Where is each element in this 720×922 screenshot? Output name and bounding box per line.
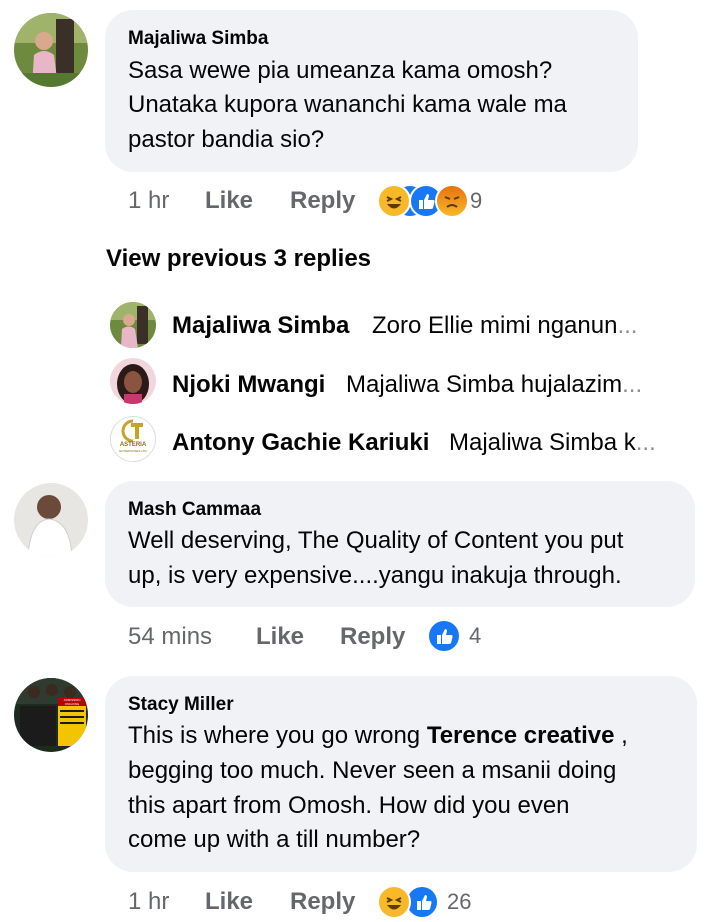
- avatar-photo-icon: [110, 302, 156, 348]
- reply-preview-text: Zoro Ellie mimi nganun: [372, 312, 618, 339]
- mention-link[interactable]: Terence creative: [427, 722, 615, 749]
- avatar-njoki[interactable]: [110, 358, 156, 404]
- comment-text: ,: [614, 722, 628, 749]
- avatar-mash[interactable]: [14, 483, 88, 557]
- avatar-photo-icon: [110, 358, 156, 404]
- comment-author[interactable]: Stacy Miller: [128, 694, 234, 716]
- reply-preview-text: Majaliwa Simba hujalazim: [346, 371, 623, 398]
- like-button[interactable]: Like: [205, 187, 253, 215]
- comment-timestamp[interactable]: 1 hr: [128, 187, 169, 215]
- comment-text-line: This is where you go wrong Terence creat…: [128, 719, 628, 754]
- comment-text-line: come up with a till number?: [128, 826, 421, 853]
- reply-preview[interactable]: Majaliwa Simba hujalazim...: [346, 371, 642, 399]
- like-reaction-icon: [427, 619, 461, 653]
- angry-reaction-icon: [435, 184, 469, 218]
- comment-text-line: Well deserving, The Quality of Content y…: [128, 527, 624, 554]
- asteria-logo-icon: [111, 417, 155, 461]
- avatar-antony[interactable]: ASTERIA ENTERPRISES LTD: [110, 416, 156, 462]
- comment-text-line: Unataka kupora wananchi kama wale ma: [128, 91, 567, 118]
- reaction-count: 4: [469, 623, 482, 648]
- reply-button[interactable]: Reply: [290, 187, 355, 215]
- logo-text: ASTERIA: [119, 442, 147, 448]
- comment-text: This is where you go wrong: [128, 722, 427, 749]
- avatar-photo-icon: [14, 483, 88, 557]
- comment-text-line: up, is very expensive....yangu inakuja t…: [128, 562, 622, 589]
- haha-reaction-icon: [377, 885, 411, 919]
- view-previous-replies-link[interactable]: View previous 3 replies: [106, 245, 371, 273]
- reply-button[interactable]: Reply: [290, 888, 355, 916]
- avatar-majaliwa[interactable]: [14, 13, 88, 87]
- reaction-count: 26: [447, 889, 472, 914]
- comment-text-line: begging too much. Never seen a msanii do…: [128, 757, 617, 784]
- ellipsis: ...: [635, 429, 656, 456]
- reply-author[interactable]: Antony Gachie Kariuki: [172, 429, 429, 457]
- comment-timestamp[interactable]: 54 mins: [128, 623, 212, 651]
- like-button[interactable]: Like: [205, 888, 253, 916]
- ellipsis: ...: [617, 312, 638, 339]
- comment-timestamp[interactable]: 1 hr: [128, 888, 169, 916]
- comment-text-line: this apart from Omosh. How did you even: [128, 792, 570, 819]
- reply-author[interactable]: Majaliwa Simba: [172, 312, 349, 340]
- avatar-stacy[interactable]: ADMISSION ONGOING: [14, 678, 88, 752]
- avatar-photo-icon: [14, 678, 88, 752]
- reply-preview-text: Majaliwa Simba k: [449, 429, 636, 456]
- like-button[interactable]: Like: [256, 623, 304, 651]
- logo-subtext: ENTERPRISES LTD: [119, 449, 147, 453]
- haha-reaction-icon: [377, 184, 411, 218]
- comment-text-line: Sasa wewe pia umeanza kama omosh?: [128, 57, 553, 84]
- reply-preview[interactable]: Zoro Ellie mimi nganun...: [372, 312, 637, 340]
- reply-button[interactable]: Reply: [340, 623, 405, 651]
- ellipsis: ...: [622, 371, 643, 398]
- reply-author[interactable]: Njoki Mwangi: [172, 371, 325, 399]
- reply-preview[interactable]: Majaliwa Simba k...: [449, 429, 656, 457]
- avatar-majaliwa-small[interactable]: [110, 302, 156, 348]
- reaction-count: 9: [470, 188, 483, 213]
- avatar-photo-icon: [14, 13, 88, 87]
- banner-text: ADMISSION ONGOING: [58, 698, 86, 706]
- comment-author[interactable]: Mash Cammaa: [128, 499, 261, 521]
- comment-author[interactable]: Majaliwa Simba: [128, 28, 268, 50]
- comment-text-line: pastor bandia sio?: [128, 126, 325, 153]
